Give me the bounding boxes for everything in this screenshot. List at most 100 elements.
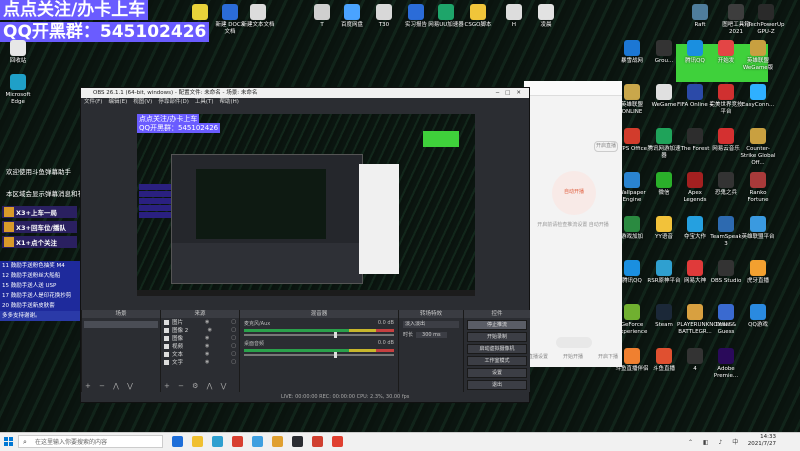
taskbar-app-icon[interactable] [292, 436, 303, 447]
taskbar-app-icon[interactable] [332, 436, 343, 447]
controls-dock[interactable]: 控件 停止推流 开始录制 启动虚拟摄像机 工作室模式 设置 退出 [463, 310, 530, 392]
desktop-icon[interactable]: Adobe Premie... [708, 348, 744, 380]
desktop-icon[interactable]: QQ游戏 [740, 304, 776, 329]
start-recording-button[interactable]: 开始录制 [467, 332, 527, 342]
menu-docks[interactable]: 停靠部件(D) [158, 98, 189, 107]
source-item[interactable]: 视频 ◉ ▢ [161, 342, 239, 350]
desktop-icon[interactable]: H [496, 4, 532, 29]
desktop-icon[interactable]: Counter-Strike Global Off... [740, 128, 776, 167]
desktop-icon[interactable]: CSGO脚本 [460, 4, 496, 29]
source-type-icon [164, 359, 169, 365]
desktop-icon[interactable]: OBS Studio [708, 260, 744, 285]
transitions-dock[interactable]: 转场特效 淡入淡出 时长 300 ms [398, 310, 463, 392]
source-item[interactable]: 图片 ◉ ▢ [161, 318, 239, 326]
live-bottom-item[interactable]: 开始开播 [563, 353, 583, 360]
mixer-dock[interactable]: 混音器 麦克风/Aux 0.0 dB 桌面音频 0.0 dB [239, 310, 398, 392]
scene-toolbar[interactable]: + − ⋀ ⋁ [85, 382, 136, 390]
menu-edit[interactable]: 编辑(E) [108, 98, 127, 107]
live-bottom-item[interactable]: 直播设置 [528, 353, 548, 360]
desktop-icon[interactable]: 凌晨 [528, 4, 564, 29]
app-icon [538, 4, 554, 20]
desktop-icon[interactable]: T30 [366, 4, 402, 29]
visibility-eye-icon[interactable]: ◉ [205, 319, 209, 325]
menu-help[interactable]: 帮助(H) [220, 98, 239, 107]
desktop-icon[interactable]: 新建文本文档 [240, 4, 276, 29]
source-item[interactable]: 文字 ◉ ▢ [161, 358, 239, 366]
live-assistant-window[interactable]: 开启直播 自动开播 开启前请检查推流设置 自动开播 直播设置 开始开播 开启下播 [524, 81, 622, 367]
desktop-icon[interactable]: TeamSpeak 3 [708, 216, 744, 248]
desktop-icon[interactable]: Raft [682, 4, 718, 29]
volume-slider[interactable] [244, 352, 394, 358]
live-bottom-item[interactable]: 开启下播 [598, 353, 618, 360]
source-item[interactable]: 文本 ◉ ▢ [161, 350, 239, 358]
desktop-icon[interactable]: Ranko Fortune [740, 172, 776, 204]
transition-select[interactable]: 淡入淡出 [403, 321, 459, 328]
system-tray[interactable]: ⌃ ◧ ♪ 中 [688, 437, 742, 446]
desktop-icon[interactable]: 回收站 [0, 40, 36, 65]
source-item[interactable]: 图像 2 ◉ ▢ [161, 326, 239, 334]
desktop-icon[interactable]: 完美世界竞技平台 [708, 84, 744, 116]
lock-icon[interactable]: ▢ [231, 343, 236, 349]
window-controls[interactable]: ─□✕ [496, 88, 527, 98]
obs-preview[interactable]: 点点关注/办卡上车 QQ开黑群：545102426 [137, 114, 475, 296]
visibility-eye-icon[interactable]: ◉ [205, 343, 209, 349]
visibility-eye-icon[interactable]: ◉ [208, 327, 212, 333]
desktop-icon[interactable]: TechPowerUp GPU-Z [748, 4, 784, 36]
desktop-icon[interactable]: 开始发 [708, 40, 744, 65]
taskbar-clock[interactable]: 14:33 2021/7/27 [748, 434, 776, 448]
settings-button[interactable]: 设置 [467, 368, 527, 378]
lock-icon[interactable]: ▢ [231, 319, 236, 325]
menu-tools[interactable]: 工具(T) [195, 98, 214, 107]
desktop-icon[interactable]: EasyConn... [740, 84, 776, 109]
desktop-icon[interactable]: 网易UU加速器 [428, 4, 464, 29]
virtual-camera-button[interactable]: 启动虚拟摄像机 [467, 344, 527, 354]
scene-item-selected[interactable] [84, 321, 158, 328]
taskbar-app-icon[interactable] [232, 436, 243, 447]
desktop-icon[interactable]: Microsoft Edge [0, 74, 36, 106]
app-icon [728, 4, 744, 20]
lock-icon[interactable]: ▢ [231, 335, 236, 341]
menu-view[interactable]: 视图(V) [133, 98, 152, 107]
source-item[interactable]: 图像 ◉ ▢ [161, 334, 239, 342]
visibility-eye-icon[interactable]: ◉ [205, 335, 209, 341]
taskbar-app-icon[interactable] [212, 436, 223, 447]
desktop-wallpaper: 点点关注/办卡上车 QQ开黑群：545102426 新建 DOCX 文档 新建文本… [0, 0, 800, 432]
desktop-icon[interactable]: 英雄联盟平台 [740, 216, 776, 241]
stop-streaming-button[interactable]: 停止推流 [467, 320, 527, 330]
taskbar-app-icon[interactable] [172, 436, 183, 447]
obs-titlebar[interactable]: OBS 26.1.1 (64-bit, windows) - 配置文件: 未命名… [81, 88, 529, 98]
duration-input[interactable]: 300 ms [416, 331, 447, 338]
visibility-eye-icon[interactable]: ◉ [205, 359, 209, 365]
sources-dock[interactable]: 来源 图片 ◉ ▢ 图像 2 ◉ ▢ 图像 ◉ ▢ 视频 ◉ ▢ 文本 ◉ ▢ 文字 ◉ ▢ + − … [160, 310, 239, 392]
taskbar-app-icon[interactable] [192, 436, 203, 447]
taskbar-app-icon[interactable] [312, 436, 323, 447]
desktop-icon[interactable]: 百度网盘 [334, 4, 370, 29]
desktop-icon-label: 虎牙直播 [746, 278, 769, 284]
taskbar-search-input[interactable]: ⌕ 在这里输入你要搜索的内容 [18, 435, 163, 448]
taskbar-app-icon[interactable] [272, 436, 283, 447]
desktop-icon[interactable]: 虎牙直播 [740, 260, 776, 285]
desktop-icon[interactable]: 暴雪战网 [614, 40, 650, 65]
desktop-icon[interactable]: 恐鬼之兵 [708, 172, 744, 197]
live-side-button[interactable]: 开启直播 [594, 141, 618, 152]
visibility-eye-icon[interactable]: ◉ [205, 351, 209, 357]
desktop-icon[interactable]: 英雄联盟 WeGame版 [740, 40, 776, 72]
badge-icon [4, 207, 14, 217]
obs-window[interactable]: OBS 26.1.1 (64-bit, windows) - 配置文件: 未命名… [80, 87, 530, 403]
lock-icon[interactable]: ▢ [231, 359, 236, 365]
scenes-dock[interactable]: 场景 + − ⋀ ⋁ [81, 310, 160, 392]
windows-start-icon[interactable] [4, 437, 13, 446]
exit-button[interactable]: 退出 [467, 380, 527, 390]
source-toolbar[interactable]: + − ⚙ ⋀ ⋁ [164, 382, 229, 390]
menu-file[interactable]: 文件(F) [84, 98, 102, 107]
desktop-icon[interactable]: 网易云音乐 [708, 128, 744, 153]
auto-live-circle[interactable]: 自动开播 [552, 171, 596, 215]
desktop-icon[interactable]: Draw & Guess [708, 304, 744, 336]
lock-icon[interactable]: ▢ [231, 351, 236, 357]
lock-icon[interactable]: ▢ [231, 327, 236, 333]
studio-mode-button[interactable]: 工作室模式 [467, 356, 527, 366]
taskbar-app-icon[interactable] [252, 436, 263, 447]
start-live-button[interactable] [556, 337, 592, 348]
app-icon [344, 4, 360, 20]
volume-slider[interactable] [244, 332, 394, 338]
